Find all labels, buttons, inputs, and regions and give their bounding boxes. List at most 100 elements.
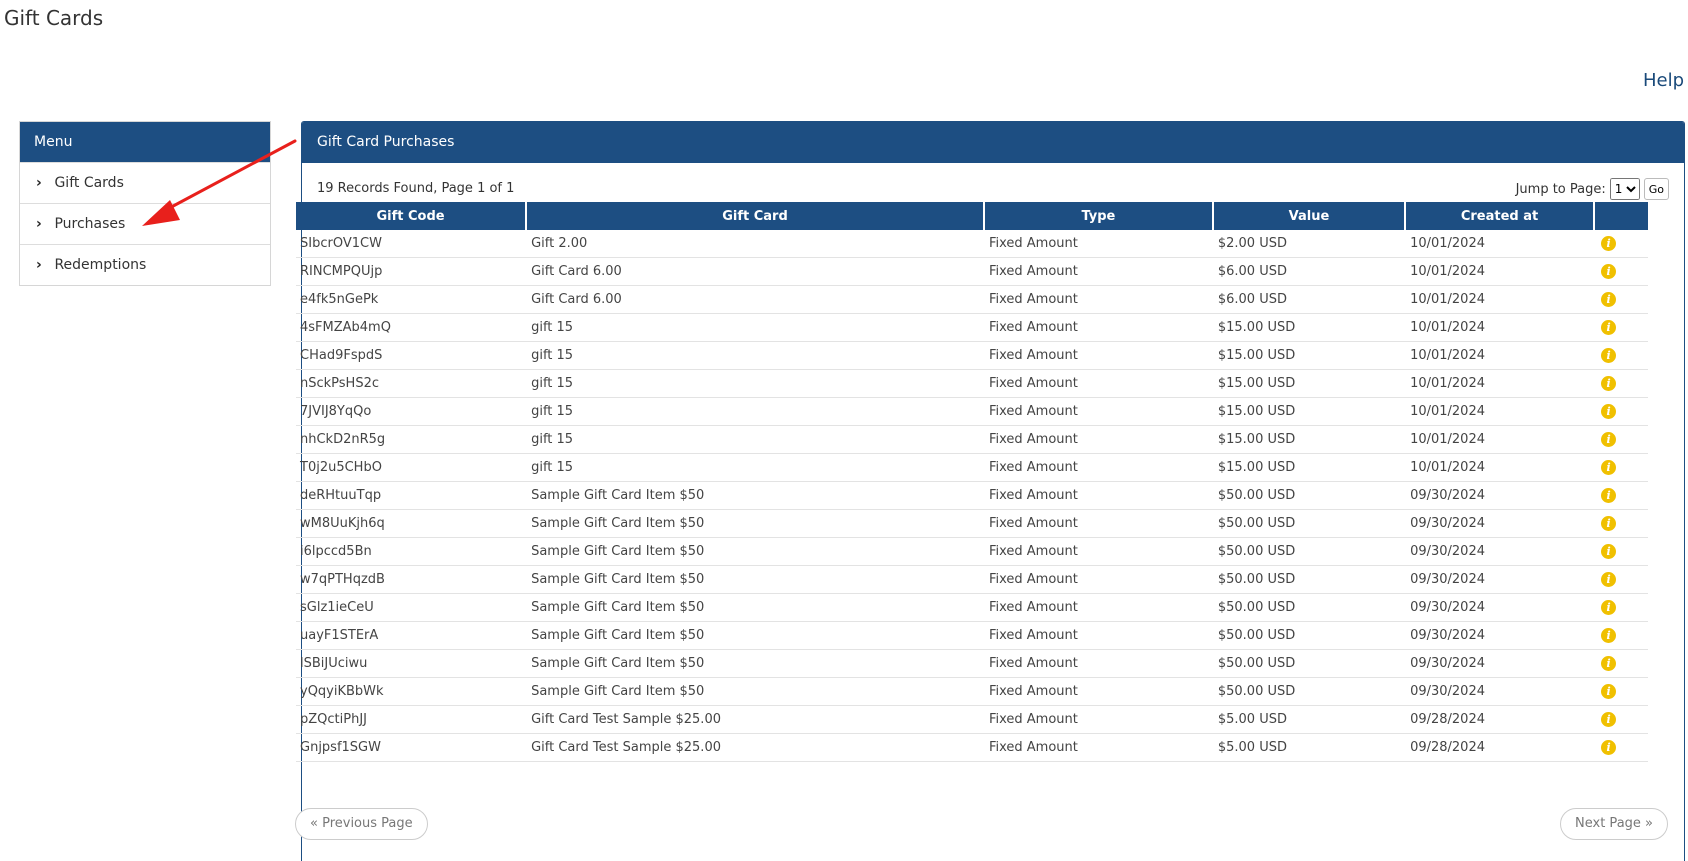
value-cell: $50.00 USD [1213, 538, 1407, 566]
gift-code-cell: RINCMPQUjp [296, 258, 528, 286]
info-icon[interactable]: i [1601, 600, 1617, 615]
info-icon[interactable]: i [1601, 544, 1617, 559]
sidebar-item-redemptions[interactable]: › Redemptions [20, 244, 270, 285]
action-cell: i [1595, 426, 1648, 454]
value-cell: $15.00 USD [1213, 314, 1407, 342]
jump-to-page: Jump to Page: 1 Go [1516, 178, 1669, 200]
purchases-table: Gift Code Gift Card Type Value Created at SI… [296, 202, 1648, 762]
column-header [1595, 202, 1648, 230]
info-icon[interactable]: i [1601, 292, 1617, 307]
gift-code-cell: sGlz1ieCeU [296, 594, 528, 622]
info-icon[interactable]: i [1601, 348, 1617, 363]
gift-card-cell: Sample Gift Card Item $50 [527, 482, 985, 510]
sidebar-item-label: Redemptions [54, 257, 147, 273]
sidebar-item-gift-cards[interactable]: › Gift Cards [20, 162, 270, 203]
created-at-cell: 10/01/2024 [1406, 398, 1596, 426]
info-icon[interactable]: i [1601, 432, 1617, 447]
gift-code-cell: yQqyiKBbWk [296, 678, 528, 706]
type-cell: Fixed Amount [984, 314, 1214, 342]
action-cell: i [1595, 594, 1648, 622]
column-header: Type [984, 202, 1214, 230]
type-cell: Fixed Amount [984, 454, 1214, 482]
type-cell: Fixed Amount [984, 566, 1214, 594]
sidebar-menu: Menu › Gift Cards › Purchases › Redempti… [19, 121, 271, 286]
type-cell: Fixed Amount [984, 230, 1214, 258]
gift-card-cell: Sample Gift Card Item $50 [527, 594, 985, 622]
page-select[interactable]: 1 [1609, 178, 1640, 200]
sidebar-item-purchases[interactable]: › Purchases [20, 203, 270, 244]
info-icon[interactable]: i [1601, 236, 1617, 251]
table-row: wM8UuKjh6q Sample Gift Card Item $50 Fixed… [296, 510, 1648, 538]
created-at-cell: 09/28/2024 [1406, 734, 1596, 762]
info-icon[interactable]: i [1601, 264, 1617, 279]
info-icon[interactable]: i [1601, 376, 1617, 391]
gift-card-cell: Sample Gift Card Item $50 [527, 538, 985, 566]
action-cell: i [1595, 314, 1648, 342]
table-row: i6lpccd5Bn Sample Gift Card Item $50 Fixed… [296, 538, 1648, 566]
info-icon[interactable]: i [1601, 628, 1617, 643]
info-icon[interactable]: i [1601, 488, 1617, 503]
action-cell: i [1595, 678, 1648, 706]
info-icon[interactable]: i [1601, 320, 1617, 335]
next-page-button[interactable]: Next Page » [1560, 808, 1668, 840]
action-cell: i [1595, 398, 1648, 426]
type-cell: Fixed Amount [984, 706, 1214, 734]
action-cell: i [1595, 286, 1648, 314]
action-cell: i [1595, 230, 1648, 258]
created-at-cell: 09/30/2024 [1406, 510, 1596, 538]
info-icon[interactable]: i [1601, 516, 1617, 531]
table-row: w7qPTHqzdB Sample Gift Card Item $50 Fixed… [296, 566, 1648, 594]
table-row: T0j2u5CHbO gift 15 Fixed Amount $15.00 USD 1… [296, 454, 1648, 482]
value-cell: $50.00 USD [1213, 594, 1407, 622]
help-link[interactable]: Help [1643, 70, 1684, 91]
go-button[interactable]: Go [1643, 178, 1669, 200]
type-cell: Fixed Amount [984, 594, 1214, 622]
action-cell: i [1595, 734, 1648, 762]
type-cell: Fixed Amount [984, 258, 1214, 286]
created-at-cell: 10/01/2024 [1406, 454, 1596, 482]
gift-code-cell: pZQctiPhJJ [296, 706, 528, 734]
table-row: 7JVIJ8YqQo gift 15 Fixed Amount $15.00 USD 1… [296, 398, 1648, 426]
type-cell: Fixed Amount [984, 482, 1214, 510]
gift-card-cell: Gift Card 6.00 [527, 258, 985, 286]
gift-card-cell: Sample Gift Card Item $50 [527, 678, 985, 706]
table-header-row: Gift Code Gift Card Type Value Created at [296, 202, 1648, 230]
gift-code-cell: wM8UuKjh6q [296, 510, 528, 538]
chevron-right-icon: › [36, 216, 42, 232]
info-icon[interactable]: i [1601, 740, 1617, 755]
gift-code-cell: i6lpccd5Bn [296, 538, 528, 566]
gift-card-cell: gift 15 [527, 426, 985, 454]
info-icon[interactable]: i [1601, 712, 1617, 727]
created-at-cell: 09/28/2024 [1406, 706, 1596, 734]
action-cell: i [1595, 454, 1648, 482]
value-cell: $50.00 USD [1213, 622, 1407, 650]
table-row: deRHtuuTqp Sample Gift Card Item $50 Fixed… [296, 482, 1648, 510]
info-icon[interactable]: i [1601, 656, 1617, 671]
table-row: e4fk5nGePk Gift Card 6.00 Fixed Amount $6.0… [296, 286, 1648, 314]
gift-code-cell: nSckPsHS2c [296, 370, 528, 398]
value-cell: $5.00 USD [1213, 734, 1407, 762]
info-icon[interactable]: i [1601, 460, 1617, 475]
type-cell: Fixed Amount [984, 426, 1214, 454]
created-at-cell: 10/01/2024 [1406, 286, 1596, 314]
gift-code-cell: lSBiJUciwu [296, 650, 528, 678]
info-icon[interactable]: i [1601, 404, 1617, 419]
info-icon[interactable]: i [1601, 684, 1617, 699]
info-icon[interactable]: i [1601, 572, 1617, 587]
type-cell: Fixed Amount [984, 678, 1214, 706]
previous-page-button[interactable]: « Previous Page [295, 808, 428, 840]
action-cell: i [1595, 370, 1648, 398]
created-at-cell: 09/30/2024 [1406, 622, 1596, 650]
gift-code-cell: T0j2u5CHbO [296, 454, 528, 482]
menu-header: Menu [20, 122, 270, 162]
gift-card-cell: Sample Gift Card Item $50 [527, 566, 985, 594]
table-row: sGlz1ieCeU Sample Gift Card Item $50 Fixed… [296, 594, 1648, 622]
gift-card-cell: gift 15 [527, 454, 985, 482]
value-cell: $50.00 USD [1213, 482, 1407, 510]
value-cell: $15.00 USD [1213, 342, 1407, 370]
type-cell: Fixed Amount [984, 538, 1214, 566]
jump-label: Jump to Page: [1515, 181, 1606, 197]
created-at-cell: 09/30/2024 [1406, 650, 1596, 678]
table-row: yQqyiKBbWk Sample Gift Card Item $50 Fixed… [296, 678, 1648, 706]
type-cell: Fixed Amount [984, 510, 1214, 538]
